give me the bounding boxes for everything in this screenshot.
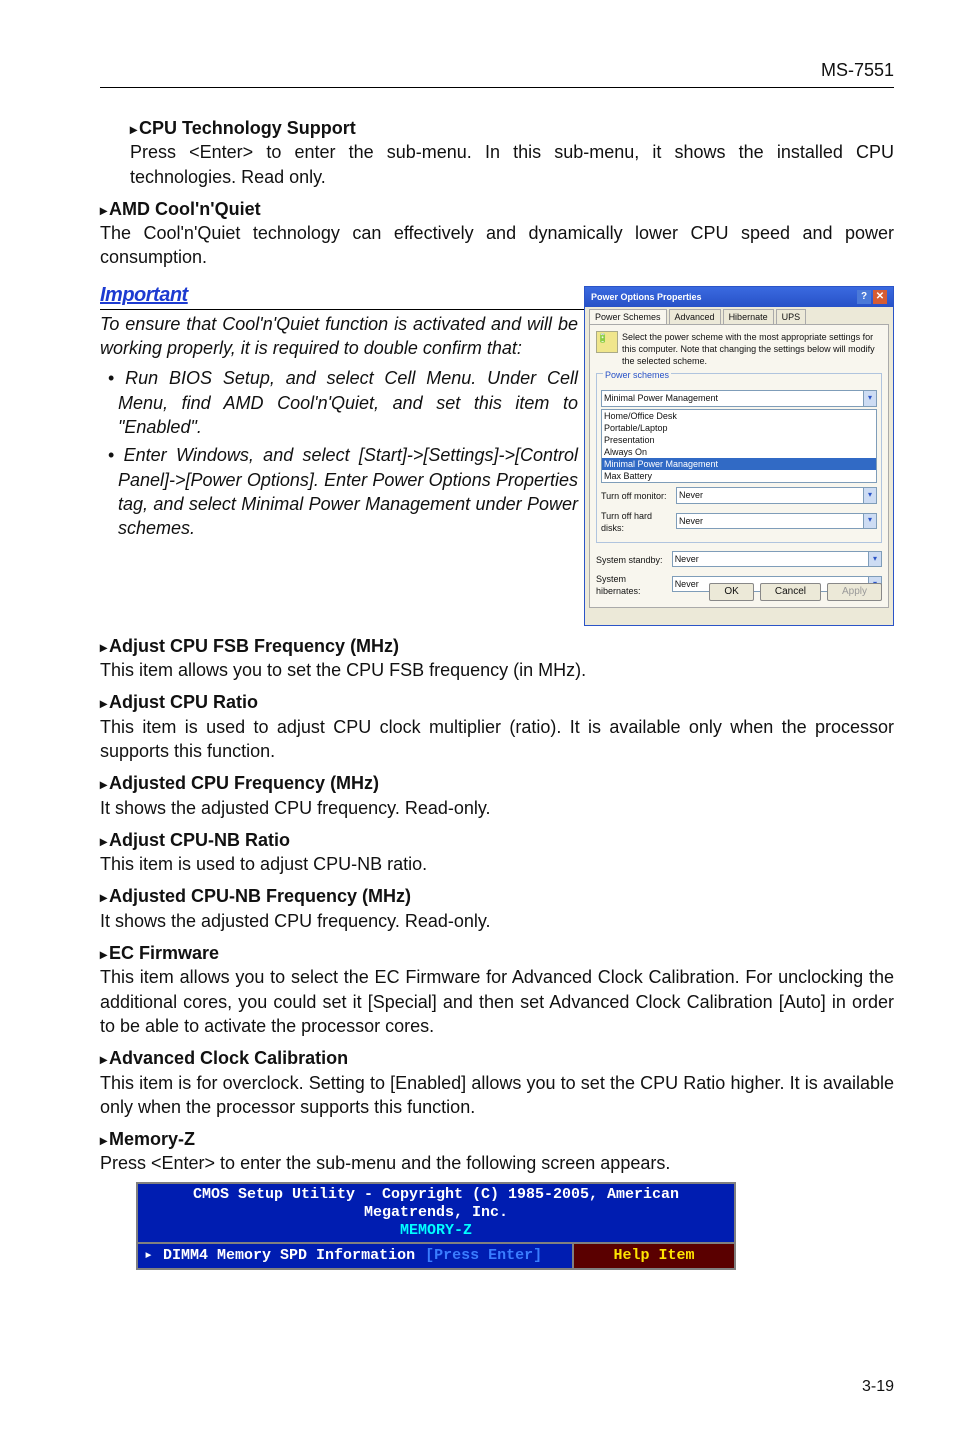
heading-amd-cnq: AMD Cool'n'Quiet (100, 197, 894, 221)
para-cpu-tech: Press <Enter> to enter the sub-menu. In … (130, 140, 894, 189)
scheme-select-value: Minimal Power Management (602, 391, 863, 405)
label-hibernate: System hibernates: (596, 573, 666, 597)
tab-power-schemes[interactable]: Power Schemes (589, 309, 667, 324)
power-options-dialog: Power Options Properties ? ✕ Power Schem… (584, 286, 894, 626)
heading-amd-cnq-label: AMD Cool'n'Quiet (109, 199, 261, 219)
heading-adv-clock-label: Advanced Clock Calibration (109, 1048, 348, 1068)
heading-ec-firmware: EC Firmware (100, 941, 894, 965)
heading-adjust-nb-ratio-label: Adjust CPU-NB Ratio (109, 830, 290, 850)
bios-help-label: Help Item (574, 1244, 734, 1268)
heading-adjust-fsb-label: Adjust CPU FSB Frequency (MHz) (109, 636, 399, 656)
bios-screenshot: CMOS Setup Utility - Copyright (C) 1985-… (136, 1182, 736, 1270)
page-number: 3-19 (862, 1378, 894, 1396)
dialog-titlebar[interactable]: Power Options Properties ? ✕ (585, 287, 893, 307)
tab-advanced[interactable]: Advanced (669, 309, 721, 324)
label-disks: Turn off hard disks: (601, 510, 670, 534)
bios-item-label: DIMM4 Memory SPD Information (163, 1246, 415, 1266)
label-monitor: Turn off monitor: (601, 490, 670, 502)
para-adjusted-nb-freq: It shows the adjusted CPU frequency. Rea… (100, 909, 894, 933)
heading-adjust-ratio: Adjust CPU Ratio (100, 690, 894, 714)
scheme-option[interactable]: Portable/Laptop (602, 422, 876, 434)
heading-memory-z: Memory-Z (100, 1127, 894, 1151)
heading-adjust-nb-ratio: Adjust CPU-NB Ratio (100, 828, 894, 852)
fieldset-legend: Power schemes (603, 370, 671, 380)
dialog-tabs: Power Schemes Advanced Hibernate UPS (585, 307, 893, 324)
bios-item-value: [Press Enter] (425, 1246, 542, 1266)
heading-memory-z-label: Memory-Z (109, 1129, 195, 1149)
scheme-option[interactable]: Home/Office Desk (602, 410, 876, 422)
heading-cpu-tech: CPU Technology Support (130, 116, 894, 140)
close-icon[interactable]: ✕ (873, 290, 887, 304)
chevron-down-icon[interactable]: ▾ (863, 488, 876, 502)
para-ec-firmware: This item allows you to select the EC Fi… (100, 965, 894, 1038)
scheme-option[interactable]: Always On (602, 446, 876, 458)
para-amd-cnq: The Cool'n'Quiet technology can effectiv… (100, 221, 894, 270)
bios-arrow-icon: ▸ (144, 1246, 153, 1266)
para-adjust-ratio: This item is used to adjust CPU clock mu… (100, 715, 894, 764)
cancel-button[interactable]: Cancel (760, 583, 821, 601)
bios-title-line1: CMOS Setup Utility - Copyright (C) 1985-… (142, 1186, 730, 1222)
apply-button[interactable]: Apply (827, 583, 882, 601)
bios-title-line2: MEMORY-Z (142, 1222, 730, 1240)
heading-adjusted-nb-freq: Adjusted CPU-NB Frequency (MHz) (100, 884, 894, 908)
heading-adv-clock: Advanced Clock Calibration (100, 1046, 894, 1070)
tab-hibernate[interactable]: Hibernate (723, 309, 774, 324)
para-adjusted-freq: It shows the adjusted CPU frequency. Rea… (100, 796, 894, 820)
select-standby[interactable]: Never▾ (672, 551, 882, 567)
heading-adjusted-freq-label: Adjusted CPU Frequency (MHz) (109, 773, 379, 793)
scheme-select[interactable]: Minimal Power Management ▾ (601, 390, 877, 406)
chevron-down-icon[interactable]: ▾ (863, 514, 876, 528)
tab-ups[interactable]: UPS (776, 309, 807, 324)
help-icon[interactable]: ? (857, 290, 871, 304)
para-adv-clock: This item is for overclock. Setting to [… (100, 1071, 894, 1120)
scheme-listbox[interactable]: Home/Office Desk Portable/Laptop Present… (601, 409, 877, 484)
dialog-title: Power Options Properties (591, 291, 702, 303)
select-disks-value: Never (677, 514, 863, 528)
ok-button[interactable]: OK (709, 583, 753, 601)
select-monitor-value: Never (677, 488, 863, 502)
label-standby: System standby: (596, 554, 666, 566)
select-standby-value: Never (673, 552, 868, 566)
scheme-option-selected[interactable]: Minimal Power Management (602, 458, 876, 470)
battery-icon: 🔋 (596, 331, 618, 353)
para-adjust-nb-ratio: This item is used to adjust CPU-NB ratio… (100, 852, 894, 876)
para-memory-z: Press <Enter> to enter the sub-menu and … (100, 1151, 894, 1175)
chevron-down-icon[interactable]: ▾ (863, 391, 876, 405)
para-adjust-fsb: This item allows you to set the CPU FSB … (100, 658, 894, 682)
scheme-option[interactable]: Max Battery (602, 470, 876, 482)
heading-adjust-fsb: Adjust CPU FSB Frequency (MHz) (100, 634, 894, 658)
select-monitor[interactable]: Never▾ (676, 487, 877, 503)
heading-adjust-ratio-label: Adjust CPU Ratio (109, 692, 258, 712)
select-disks[interactable]: Never▾ (676, 513, 877, 529)
heading-adjusted-nb-freq-label: Adjusted CPU-NB Frequency (MHz) (109, 886, 411, 906)
heading-cpu-tech-label: CPU Technology Support (139, 118, 356, 138)
heading-adjusted-freq: Adjusted CPU Frequency (MHz) (100, 771, 894, 795)
scheme-option[interactable]: Presentation (602, 434, 876, 446)
bios-left-pane: ▸ DIMM4 Memory SPD Information [Press En… (138, 1244, 574, 1268)
important-label: Important (100, 282, 188, 309)
heading-ec-firmware-label: EC Firmware (109, 943, 219, 963)
dialog-hint: Select the power scheme with the most ap… (622, 331, 882, 367)
header-model: MS-7551 (100, 60, 894, 88)
chevron-down-icon[interactable]: ▾ (868, 552, 881, 566)
